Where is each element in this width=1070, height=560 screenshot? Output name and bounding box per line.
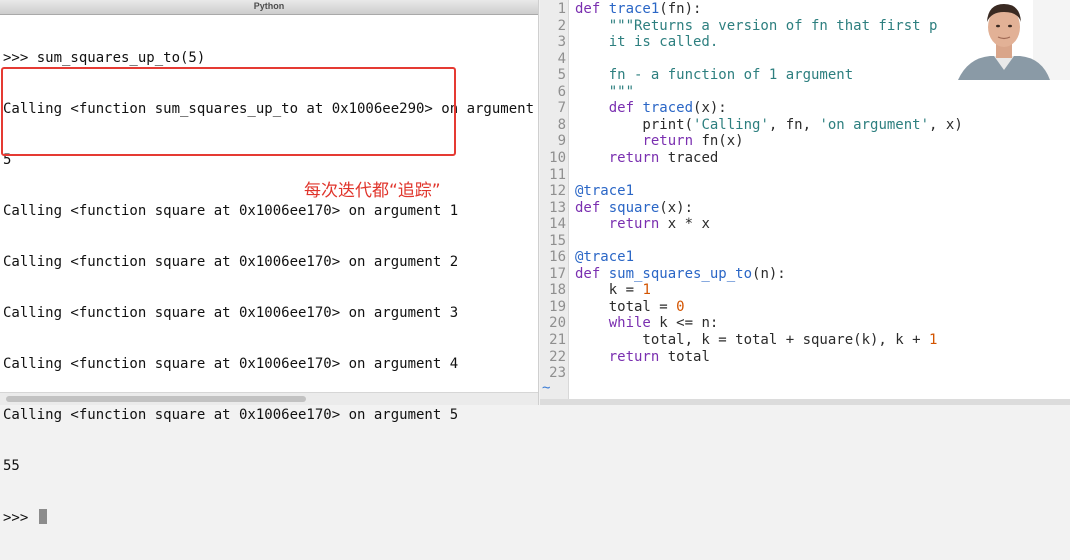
- line-number: 9: [557, 133, 566, 150]
- line-number: 3: [557, 34, 566, 51]
- terminal-line: Calling <function square at 0x1006ee170>…: [3, 203, 459, 219]
- scrollbar-thumb[interactable]: [6, 396, 306, 402]
- line-number: 6: [557, 83, 566, 100]
- text-cursor: [38, 509, 47, 524]
- line-number: 1: [557, 1, 566, 17]
- line-number: 14: [549, 216, 566, 233]
- line-number: 7: [557, 100, 566, 117]
- line-number: 5: [557, 67, 566, 84]
- line-number: 18: [549, 282, 566, 299]
- code-text: while k <= n:: [608, 315, 719, 332]
- code-text: return x * x: [608, 216, 710, 233]
- code-text: """Returns a version of fn that first pr…: [575, 17, 955, 34]
- line-number: 21: [549, 332, 566, 348]
- line-number: 12: [549, 183, 566, 200]
- code-text: def sum_squares_up_to(n):: [575, 265, 786, 282]
- line-number: 17: [549, 265, 566, 282]
- code-text: def traced(x):: [608, 100, 727, 117]
- code-text: fn - a function of 1 argument: [575, 67, 854, 84]
- line-number: 8: [557, 116, 566, 133]
- terminal-line: >>> sum_squares_up_to(5): [3, 50, 206, 66]
- line-number: 22: [549, 348, 566, 365]
- code-text: return fn(x): [642, 133, 744, 150]
- code-text: def trace1(fn):: [575, 1, 702, 17]
- person-video-icon: [938, 0, 1070, 80]
- code-text: return total: [608, 348, 710, 365]
- line-number: 4: [557, 50, 566, 67]
- terminal-scrollbar[interactable]: [0, 392, 538, 405]
- line-number: 11: [549, 166, 566, 183]
- terminal-line: Calling <function square at 0x1006ee170>…: [3, 356, 459, 372]
- terminal-title: Python: [253, 1, 285, 11]
- line-number: 16: [549, 249, 566, 266]
- code-text: k = 1: [575, 282, 651, 299]
- line-number: 20: [549, 315, 566, 332]
- line-number: 10: [549, 149, 566, 166]
- line-number: 2: [557, 17, 566, 34]
- tilde-marker: ~: [542, 380, 551, 396]
- code-text: @trace1: [575, 183, 635, 200]
- terminal-line: Calling <function square at 0x1006ee170>…: [3, 305, 459, 321]
- line-number: 15: [549, 232, 566, 249]
- terminal-prompt-line[interactable]: >>>: [3, 509, 534, 526]
- code-text: def square(x):: [575, 199, 694, 216]
- code-text: @trace1: [575, 249, 635, 266]
- code-text: total, k = total + square(k), k + 1: [575, 332, 938, 348]
- line-number: 19: [549, 298, 566, 315]
- terminal-prompt: >>>: [3, 510, 37, 526]
- code-text: print('Calling', fn, 'on argument', x): [575, 116, 963, 133]
- code-text: it is called.: [575, 34, 719, 51]
- line-number: 13: [549, 199, 566, 216]
- editor-status-strip: [540, 399, 1070, 405]
- terminal-window[interactable]: Python >>> sum_squares_up_to(5) Calling …: [0, 0, 539, 526]
- terminal-line: 55: [3, 458, 20, 474]
- highlight-box: [1, 67, 456, 156]
- webcam-video: [938, 0, 1070, 80]
- code-text: total = 0: [575, 298, 685, 315]
- terminal-line: Calling <function square at 0x1006ee170>…: [3, 254, 459, 270]
- terminal-line: Calling <function square at 0x1006ee170>…: [3, 407, 459, 423]
- terminal-titlebar[interactable]: Python: [0, 0, 538, 15]
- annotation-text: 每次迭代都“追踪”: [304, 181, 441, 201]
- code-text: """: [575, 83, 635, 100]
- code-text: return traced: [608, 149, 719, 166]
